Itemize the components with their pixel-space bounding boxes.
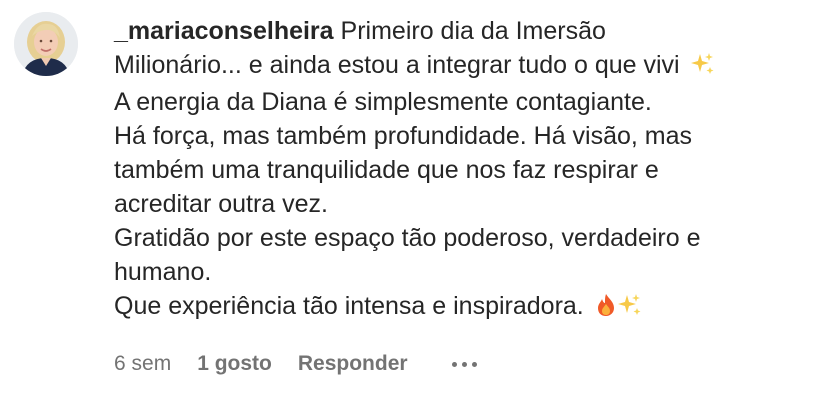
comment-text: Há força, mas também profundidade. Há vi… (114, 122, 693, 150)
comment-meta: 6 sem 1 gosto Responder (114, 352, 477, 376)
comment-line: A energia da Diana é simplesmente contag… (114, 85, 814, 119)
comment-line: Milionário... e ainda estou a integrar t… (114, 48, 814, 85)
more-options-icon[interactable] (451, 358, 477, 371)
likes-count-link[interactable]: 1 gosto (197, 352, 272, 376)
profile-photo (14, 12, 78, 76)
comment-text: humano. (114, 258, 212, 286)
comment-line: Que experiência tão intensa e inspirador… (114, 289, 814, 326)
comment-line: Gratidão por este espaço tão poderoso, v… (114, 221, 814, 255)
comment-text: acreditar outra vez. (114, 190, 328, 218)
comment-line: também uma tranquilidade que nos faz res… (114, 153, 814, 187)
sparkles-emoji-icon (690, 51, 715, 85)
comment-text: também uma tranquilidade que nos faz res… (114, 156, 659, 184)
reply-button[interactable]: Responder (298, 352, 408, 376)
comment-text: Milionário... e ainda estou a integrar t… (114, 51, 680, 79)
username-link[interactable]: _mariaconselheira (114, 17, 334, 45)
sparkles-emoji-icon (617, 292, 642, 326)
comment-body: _mariaconselheira Primeiro dia da Imersã… (114, 14, 814, 326)
fire-emoji-icon (595, 292, 617, 326)
comment-text: Primeiro dia da Imersão (340, 17, 606, 45)
comment-line: _mariaconselheira Primeiro dia da Imersã… (114, 14, 814, 48)
comment-text: A energia da Diana é simplesmente contag… (114, 88, 652, 116)
avatar[interactable] (14, 12, 78, 76)
comment-text: Gratidão por este espaço tão poderoso, v… (114, 224, 701, 252)
comment-text: Que experiência tão intensa e inspirador… (114, 292, 584, 320)
comment-line: Há força, mas também profundidade. Há vi… (114, 119, 814, 153)
comment-line: acreditar outra vez. (114, 187, 814, 221)
comment-age[interactable]: 6 sem (114, 352, 171, 376)
comment-line: humano. (114, 255, 814, 289)
